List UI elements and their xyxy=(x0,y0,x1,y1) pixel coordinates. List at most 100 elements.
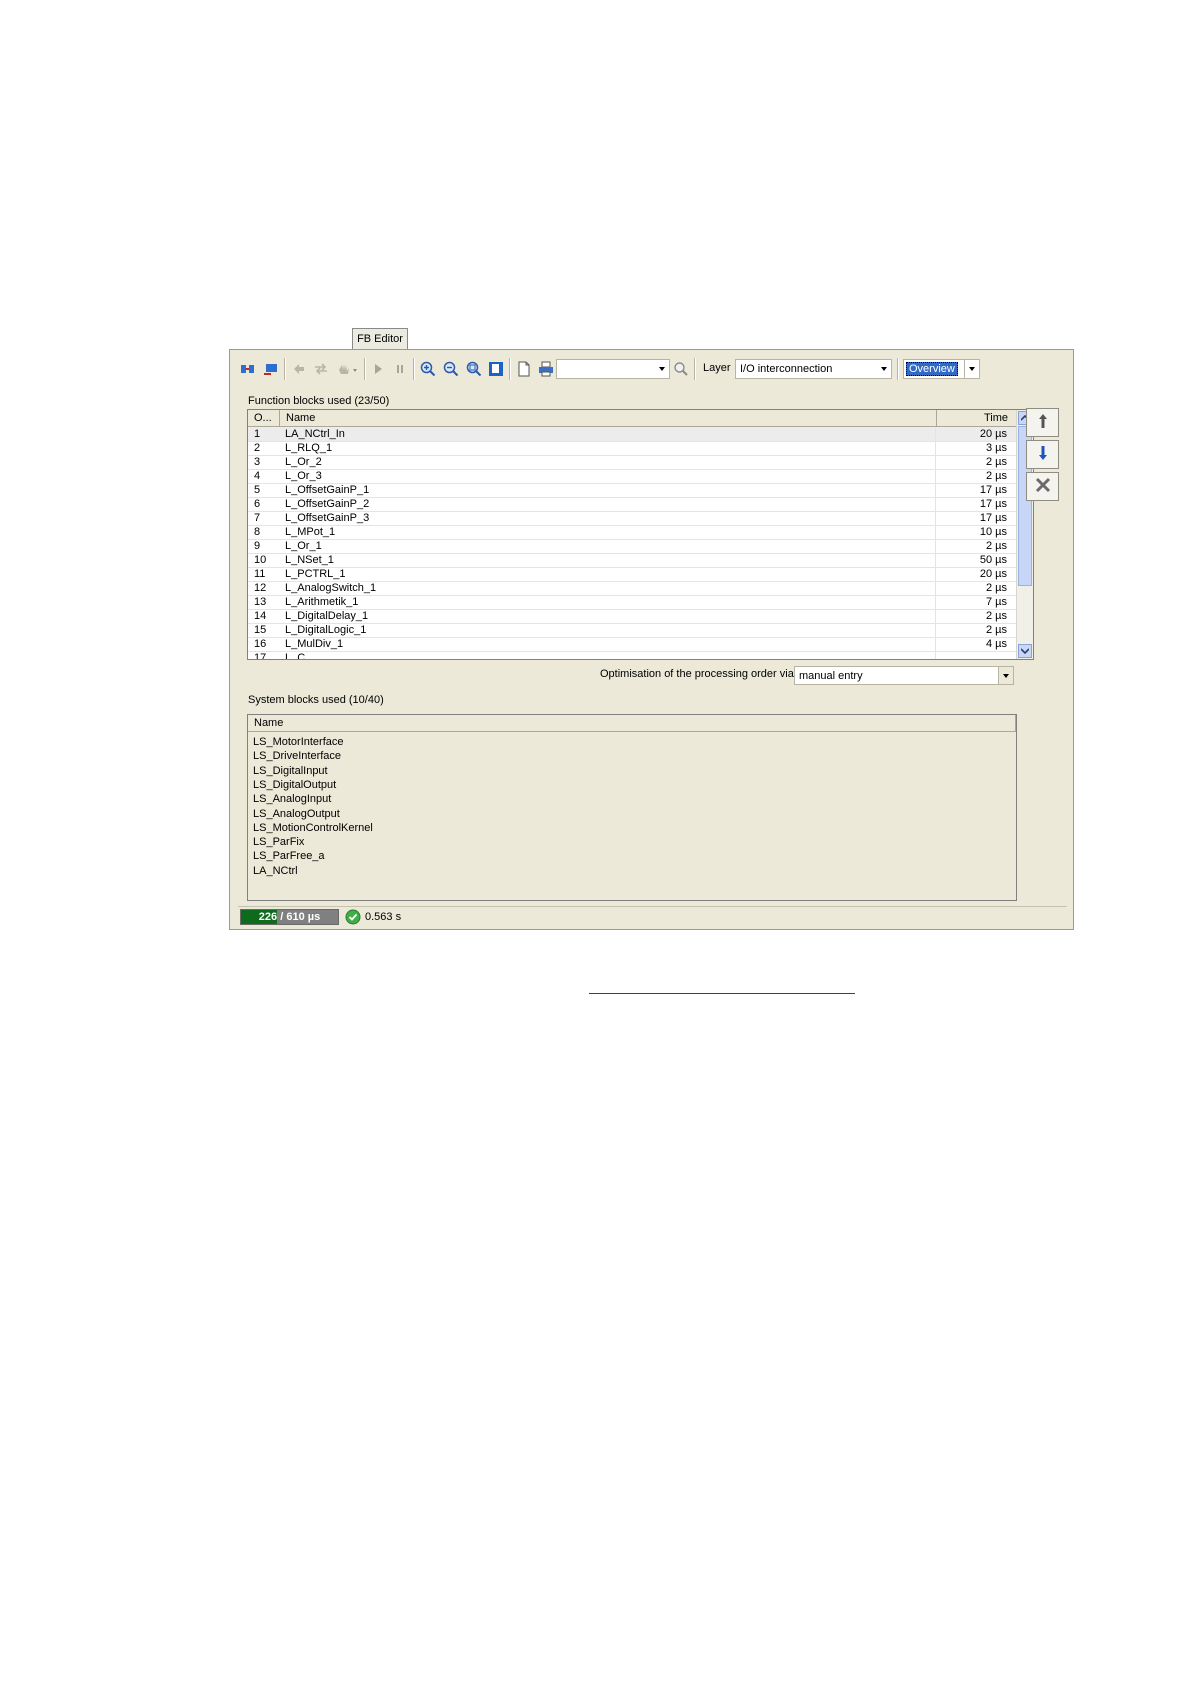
table-row[interactable]: 4 L_Or_3 2 µs xyxy=(248,469,1033,484)
link-underline[interactable] xyxy=(589,993,855,994)
column-header-time[interactable]: Time xyxy=(937,410,1017,427)
list-item[interactable]: LS_ParFix xyxy=(253,835,304,849)
table-row[interactable]: 17 L_C... xyxy=(248,651,1033,660)
print-icon[interactable] xyxy=(538,361,554,377)
table-row[interactable]: 3 L_Or_2 2 µs xyxy=(248,455,1033,470)
system-blocks-list[interactable]: Name LS_MotorInterface LS_DriveInterface L… xyxy=(247,714,1017,901)
table-row[interactable]: 5 L_OffsetGainP_1 17 µs xyxy=(248,483,1033,498)
column-header-name[interactable]: Name xyxy=(280,410,937,427)
chevron-down-icon[interactable] xyxy=(655,360,669,378)
row-name: L_DigitalDelay_1 xyxy=(285,610,369,622)
row-name: L_NSet_1 xyxy=(285,554,334,566)
row-order: 13 xyxy=(254,596,267,608)
function-blocks-table[interactable]: O... Name Time 1 LA_NCtrl_In 20 µs 2 L_RLQ_1… xyxy=(247,409,1034,660)
page-icon[interactable] xyxy=(488,361,504,377)
move-up-button[interactable] xyxy=(1026,408,1059,437)
table-row[interactable]: 12 L_AnalogSwitch_1 2 µs xyxy=(248,581,1033,596)
table-row[interactable]: 1 LA_NCtrl_In 20 µs xyxy=(248,427,1033,442)
chevron-down-icon[interactable] xyxy=(877,360,891,378)
row-name: LA_NCtrl_In xyxy=(285,428,345,440)
undo-icon[interactable] xyxy=(291,361,307,377)
row-time: 2 µs xyxy=(985,470,1007,482)
list-item[interactable]: LS_MotorInterface xyxy=(253,735,344,749)
row-time: 17 µs xyxy=(979,484,1007,496)
system-blocks-title: System blocks used (10/40) xyxy=(248,694,384,706)
table-row[interactable]: 14 L_DigitalDelay_1 2 µs xyxy=(248,609,1033,624)
row-order: 4 xyxy=(254,470,261,482)
scroll-down-button[interactable] xyxy=(1018,644,1032,658)
row-order: 5 xyxy=(254,484,261,496)
list-item[interactable]: LS_MotionControlKernel xyxy=(253,821,373,835)
hand-icon[interactable] xyxy=(336,361,358,377)
zoom-in-icon[interactable] xyxy=(420,361,436,377)
table-row[interactable]: 2 L_RLQ_1 3 µs xyxy=(248,441,1033,456)
row-time: 2 µs xyxy=(985,582,1007,594)
search-combo[interactable] xyxy=(556,359,670,379)
row-order: 8 xyxy=(254,526,261,538)
view-select[interactable]: Overview xyxy=(903,359,980,379)
search-icon[interactable] xyxy=(673,361,689,377)
zoom-out-icon[interactable] xyxy=(443,361,459,377)
fb-insert-icon[interactable] xyxy=(263,361,279,377)
row-name: L_Or_2 xyxy=(285,456,322,468)
row-order: 15 xyxy=(254,624,267,636)
delete-button[interactable] xyxy=(1026,472,1059,501)
row-order: 3 xyxy=(254,456,261,468)
row-order: 12 xyxy=(254,582,267,594)
row-order: 9 xyxy=(254,540,261,552)
move-down-button[interactable] xyxy=(1026,440,1059,469)
processing-duration: 0.563 s xyxy=(365,911,402,923)
row-name: L_AnalogSwitch_1 xyxy=(285,582,377,594)
fb-connect-icon[interactable] xyxy=(240,361,256,377)
row-time: 20 µs xyxy=(979,568,1007,580)
list-item[interactable]: LA_NCtrl xyxy=(253,864,298,878)
table-row[interactable]: 15 L_DigitalLogic_1 2 µs xyxy=(248,623,1033,638)
zoom-fit-icon[interactable] xyxy=(466,361,482,377)
row-order: 1 xyxy=(254,428,261,440)
table-row[interactable]: 6 L_OffsetGainP_2 17 µs xyxy=(248,497,1033,512)
list-item[interactable]: LS_DigitalOutput xyxy=(253,778,336,792)
table-row[interactable]: 16 L_MulDiv_1 4 µs xyxy=(248,637,1033,652)
layer-select[interactable]: I/O interconnection xyxy=(735,359,892,379)
new-page-icon[interactable] xyxy=(516,361,532,377)
column-header-order[interactable]: O... xyxy=(248,410,280,427)
status-separator xyxy=(238,906,1067,907)
list-item[interactable]: LS_DriveInterface xyxy=(253,749,341,763)
processing-time-bar: 226 / 610 µs xyxy=(240,909,339,925)
arrow-down-icon xyxy=(1036,445,1050,464)
table-row[interactable]: 8 L_MPot_1 10 µs xyxy=(248,525,1033,540)
row-name: L_RLQ_1 xyxy=(285,442,333,454)
pause-icon[interactable] xyxy=(392,361,408,377)
list-item[interactable]: LS_AnalogInput xyxy=(253,792,331,806)
delete-x-icon xyxy=(1035,477,1051,496)
optimisation-select[interactable]: manual entry xyxy=(794,666,1014,685)
play-icon[interactable] xyxy=(370,361,386,377)
row-name: L_OffsetGainP_1 xyxy=(285,484,370,496)
row-time: 2 µs xyxy=(985,540,1007,552)
list-item[interactable]: LS_AnalogOutput xyxy=(253,807,340,821)
row-time: 50 µs xyxy=(979,554,1007,566)
row-time: 17 µs xyxy=(979,498,1007,510)
row-time: 2 µs xyxy=(985,456,1007,468)
row-time: 2 µs xyxy=(985,624,1007,636)
table-row[interactable]: 9 L_Or_1 2 µs xyxy=(248,539,1033,554)
chevron-down-icon[interactable] xyxy=(998,667,1013,684)
row-name: L_Or_3 xyxy=(285,470,322,482)
check-icon xyxy=(345,909,361,925)
list-item[interactable]: LS_ParFree_a xyxy=(253,849,325,863)
row-name: L_C... xyxy=(285,652,315,660)
column-header-name[interactable]: Name xyxy=(248,715,1016,732)
list-item[interactable]: LS_DigitalInput xyxy=(253,764,328,778)
row-time: 2 µs xyxy=(985,610,1007,622)
redo-icon[interactable] xyxy=(313,361,329,377)
row-order: 16 xyxy=(254,638,267,650)
row-name: L_Or_1 xyxy=(285,540,322,552)
toolbar: Layer I/O interconnection Overview xyxy=(230,350,1073,388)
tab-fb-editor[interactable]: FB Editor xyxy=(352,328,408,349)
table-row[interactable]: 11 L_PCTRL_1 20 µs xyxy=(248,567,1033,582)
chevron-down-icon[interactable] xyxy=(964,360,979,378)
table-row[interactable]: 13 L_Arithmetik_1 7 µs xyxy=(248,595,1033,610)
table-row[interactable]: 10 L_NSet_1 50 µs xyxy=(248,553,1033,568)
row-name: L_OffsetGainP_3 xyxy=(285,512,370,524)
table-row[interactable]: 7 L_OffsetGainP_3 17 µs xyxy=(248,511,1033,526)
